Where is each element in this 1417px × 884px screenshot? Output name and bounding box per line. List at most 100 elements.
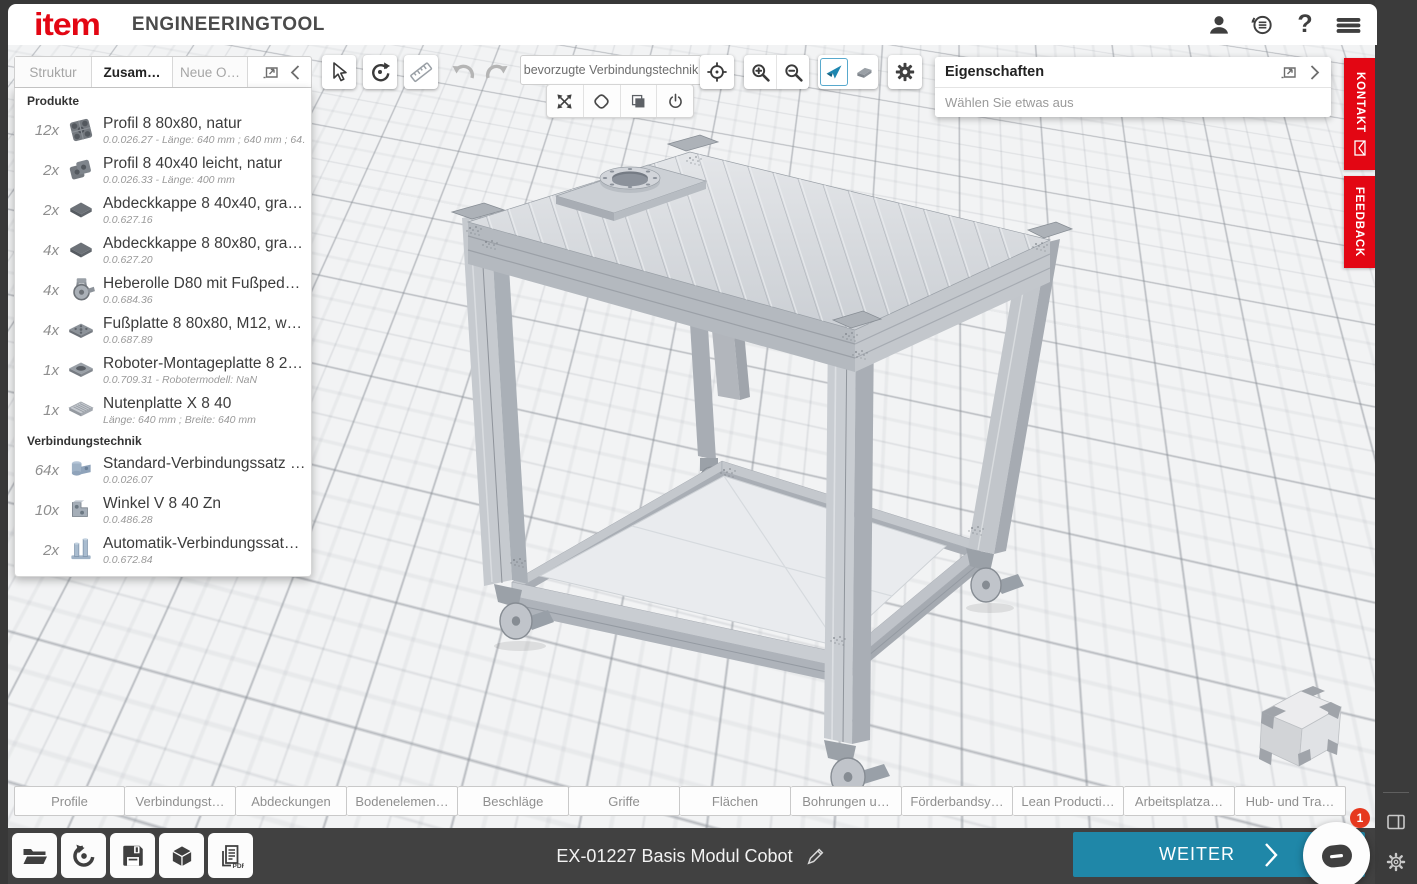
zoom-out-icon — [783, 62, 804, 83]
tab-bohrungen[interactable]: Bohrungen u… — [791, 786, 902, 816]
tab-hub-und-transport[interactable]: Hub- und Tra… — [1235, 786, 1346, 816]
clover-icon — [592, 92, 611, 111]
cube-export-icon — [169, 843, 195, 869]
tab-verbindungstechnik[interactable]: Verbindungst… — [125, 786, 236, 816]
export-pdf-button[interactable]: PDF — [208, 833, 253, 878]
undo-icon — [449, 60, 477, 84]
clover-option-button[interactable] — [584, 85, 621, 117]
save-button[interactable] — [110, 833, 155, 878]
popout-icon[interactable] — [262, 65, 279, 80]
tab-abdeckungen[interactable]: Abdeckungen — [236, 786, 347, 816]
tab-griffe[interactable]: Griffe — [569, 786, 680, 816]
user-icon[interactable] — [1204, 10, 1234, 40]
edit-icon[interactable] — [805, 845, 827, 867]
zoom-out-button[interactable] — [777, 55, 809, 89]
list-item[interactable]: 1x Roboter-Montageplatte 8 2… 0.0.709.31… — [15, 350, 311, 390]
kontakt-label: KONTAKT — [1354, 72, 1366, 133]
robot-plate-icon — [59, 355, 103, 385]
item-title: Profil 8 80x80, natur — [103, 115, 305, 133]
parts-list-panel: Struktur Zusam… Neue O… Produkte 12x Pro… — [14, 56, 312, 577]
tab-bodenelemente[interactable]: Bodenelemen… — [347, 786, 458, 816]
tab-neue-objekte[interactable]: Neue O… — [173, 57, 248, 87]
foot-plate-icon — [59, 315, 103, 345]
zoom-in-button[interactable] — [744, 55, 777, 89]
viewport-settings-button[interactable] — [888, 55, 922, 89]
connection-technique-dropdown[interactable]: bevorzugte Verbindungstechnik — [520, 55, 702, 85]
list-item[interactable]: 4x Heberolle D80 mit Fußped… 0.0.684.36 — [15, 270, 311, 310]
tab-flaechen[interactable]: Flächen — [680, 786, 791, 816]
item-title: Profil 8 40x40 leicht, natur — [103, 155, 305, 173]
rotate-icon — [369, 61, 391, 83]
app-title: ENGINEERINGTOOL — [132, 14, 325, 36]
list-item[interactable]: 2x Abdeckkappe 8 40x40, gra… 0.0.627.16 — [15, 190, 311, 230]
collapse-panel-icon[interactable] — [289, 64, 301, 81]
solid-view-icon — [854, 62, 874, 82]
cover-cap-icon — [59, 195, 103, 225]
item-quantity: 4x — [15, 242, 59, 259]
item-subtitle: 0.0.627.20 — [103, 254, 305, 266]
zoom-in-icon — [750, 62, 771, 83]
item-quantity: 1x — [15, 362, 59, 379]
list-item[interactable]: 2x Profil 8 40x40 leicht, natur 0.0.026.… — [15, 150, 311, 190]
list-item[interactable]: 1x Nutenplatte X 8 40 Länge: 640 mm ; Br… — [15, 390, 311, 430]
panel-toggle-button[interactable] — [1375, 805, 1417, 839]
overlap-squares-icon — [629, 92, 648, 111]
help-icon[interactable]: ? — [1290, 10, 1320, 40]
connector-set-icon — [59, 455, 103, 485]
expand-panel-icon[interactable] — [1309, 64, 1321, 81]
tab-arbeitsplatzausstattung[interactable]: Arbeitsplatza… — [1124, 786, 1235, 816]
open-project-button[interactable] — [12, 833, 57, 878]
kontakt-tab[interactable]: KONTAKT — [1344, 58, 1375, 170]
redo-button[interactable] — [482, 58, 512, 86]
restore-button[interactable] — [61, 833, 106, 878]
tab-profile[interactable]: Profile — [14, 786, 125, 816]
slot-plate-icon — [59, 395, 103, 425]
pointer-tool-button[interactable] — [322, 55, 356, 89]
ruler-icon — [409, 60, 433, 84]
export-3d-button[interactable] — [159, 833, 204, 878]
tab-foerderbandsysteme[interactable]: Förderbandsy… — [902, 786, 1013, 816]
popout-icon[interactable] — [1280, 65, 1297, 80]
save-icon — [120, 843, 146, 869]
automatic-connector-icon — [59, 535, 103, 565]
measure-tool-button[interactable] — [404, 55, 438, 89]
list-item[interactable]: 4x Fußplatte 8 80x80, M12, w… 0.0.687.89 — [15, 310, 311, 350]
overlap-squares-option-button[interactable] — [621, 85, 658, 117]
power-option-button[interactable] — [657, 85, 693, 117]
center-view-button[interactable] — [700, 55, 734, 89]
app-settings-button[interactable] — [1375, 845, 1417, 879]
list-item[interactable]: 10x Winkel V 8 40 Zn 0.0.486.28 — [15, 490, 311, 530]
item-quantity: 2x — [15, 202, 59, 219]
caster-icon — [59, 275, 103, 305]
item-subtitle: 0.0.627.16 — [103, 214, 305, 226]
section-title-verbindungstechnik: Verbindungstechnik — [15, 430, 311, 450]
render-mode-toggle — [818, 55, 878, 89]
tab-lean-production[interactable]: Lean Producti… — [1013, 786, 1124, 816]
rotate-tool-button[interactable] — [363, 55, 397, 89]
solid-view-button[interactable] — [851, 59, 877, 85]
restore-icon — [71, 843, 97, 869]
news-icon[interactable] — [1247, 10, 1277, 40]
list-item[interactable]: 64x Standard-Verbindungssatz … 0.0.026.0… — [15, 450, 311, 490]
tab-zusammenstellung[interactable]: Zusam… — [92, 57, 173, 87]
item-quantity: 12x — [15, 122, 59, 139]
tab-struktur[interactable]: Struktur — [15, 57, 92, 87]
profile-80x80-icon — [59, 115, 103, 145]
move-option-button[interactable] — [547, 85, 584, 117]
item-subtitle: 0.0.486.28 — [103, 514, 305, 526]
undo-button[interactable] — [448, 58, 478, 86]
shaded-view-button[interactable] — [820, 58, 848, 86]
item-quantity: 64x — [15, 462, 59, 479]
chat-fab[interactable]: 1 — [1303, 822, 1370, 884]
menu-icon[interactable] — [1333, 10, 1363, 40]
panel-toggle-icon — [1386, 813, 1406, 831]
list-item[interactable]: 12x Profil 8 80x80, natur 0.0.026.27 - L… — [15, 110, 311, 150]
tab-beschlaege[interactable]: Beschläge — [458, 786, 569, 816]
notification-badge: 1 — [1350, 808, 1370, 828]
list-item[interactable]: 2x Automatik-Verbindungssat… 0.0.672.84 — [15, 530, 311, 570]
item-subtitle: Länge: 640 mm ; Breite: 640 mm — [103, 414, 305, 426]
list-item[interactable]: 4x Abdeckkappe 8 80x80, gra… 0.0.627.20 — [15, 230, 311, 270]
feedback-tab[interactable]: FEEDBACK — [1344, 176, 1375, 268]
properties-selection-input[interactable] — [935, 88, 1331, 117]
pointer-icon — [329, 61, 349, 83]
